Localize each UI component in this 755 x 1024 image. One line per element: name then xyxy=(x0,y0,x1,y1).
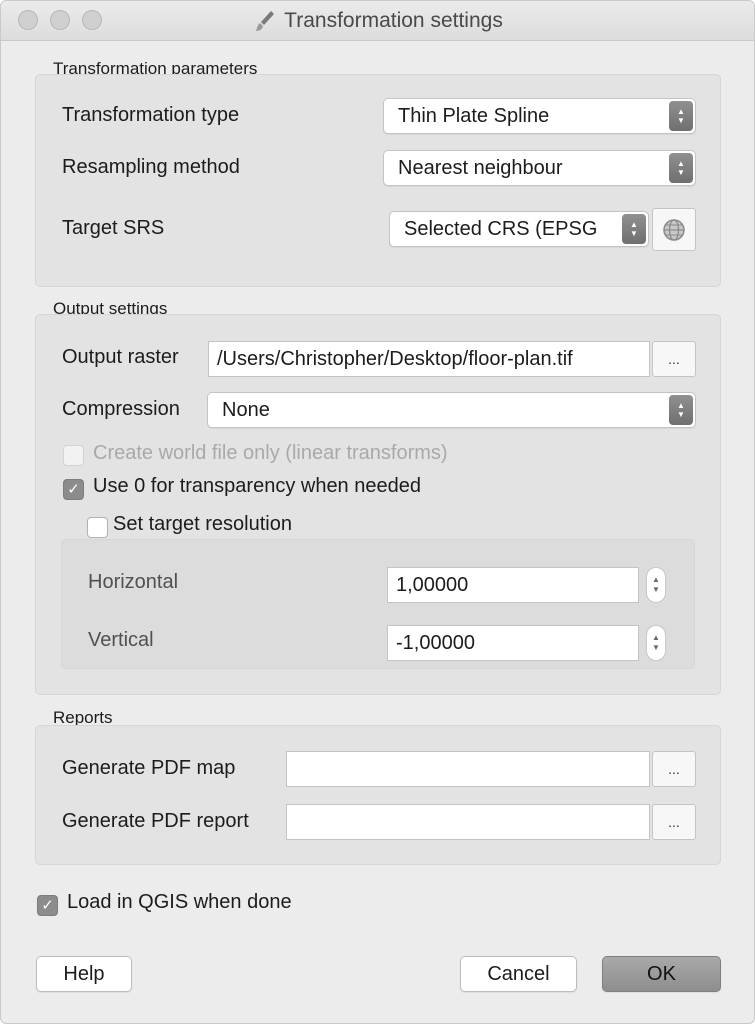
target-srs-value: Selected CRS (EPSG xyxy=(404,218,598,240)
output-raster-field[interactable]: /Users/Christopher/Desktop/floor-plan.ti… xyxy=(208,341,650,377)
pdf-map-browse-button[interactable]: ... xyxy=(652,751,696,787)
cancel-button[interactable]: Cancel xyxy=(460,956,577,992)
reports-group xyxy=(35,725,721,865)
title-container: Transformation settings xyxy=(1,1,754,41)
vertical-resolution-value: -1,00000 xyxy=(396,632,475,654)
world-file-checkbox xyxy=(63,445,84,466)
pdf-map-label: Generate PDF map xyxy=(62,757,236,779)
resampling-method-value: Nearest neighbour xyxy=(398,157,563,179)
transformation-settings-dialog: Transformation settings Transformation p… xyxy=(0,0,755,1024)
crs-selector-button[interactable] xyxy=(652,208,696,251)
ok-button[interactable]: OK xyxy=(602,956,721,992)
output-raster-label: Output raster xyxy=(62,346,179,368)
transformation-type-value: Thin Plate Spline xyxy=(398,105,550,127)
pdf-report-label: Generate PDF report xyxy=(62,810,249,832)
horizontal-spinner[interactable]: ▲ ▼ xyxy=(646,567,666,603)
title-bar: Transformation settings xyxy=(1,1,754,41)
pdf-report-browse-button[interactable]: ... xyxy=(652,804,696,840)
target-srs-label: Target SRS xyxy=(62,217,165,239)
load-in-qgis-label: Load in QGIS when done xyxy=(67,891,292,913)
brush-icon xyxy=(256,11,275,31)
horizontal-resolution-value: 1,00000 xyxy=(396,574,469,596)
target-srs-select[interactable]: Selected CRS (EPSG ▲ ▼ xyxy=(389,211,649,247)
world-file-label: Create world file only (linear transform… xyxy=(93,442,448,464)
resampling-method-select[interactable]: Nearest neighbour ▲ ▼ xyxy=(383,150,696,186)
transparency-label: Use 0 for transparency when needed xyxy=(93,475,421,497)
target-resolution-checkbox[interactable] xyxy=(87,517,108,538)
vertical-label: Vertical xyxy=(88,629,154,651)
vertical-resolution-field[interactable]: -1,00000 xyxy=(387,625,639,661)
pdf-report-field[interactable] xyxy=(286,804,650,840)
chevron-updown-icon: ▲ ▼ xyxy=(669,101,693,131)
chevron-updown-icon: ▲ ▼ xyxy=(669,153,693,183)
output-raster-browse-button[interactable]: ... xyxy=(652,341,696,377)
chevron-updown-icon: ▲ ▼ xyxy=(622,214,646,244)
globe-icon xyxy=(663,219,685,241)
target-resolution-label: Set target resolution xyxy=(113,513,298,536)
window-title: Transformation settings xyxy=(284,9,503,32)
vertical-spinner[interactable]: ▲ ▼ xyxy=(646,625,666,661)
transparency-checkbox[interactable]: ✓ xyxy=(63,479,84,500)
horizontal-resolution-field[interactable]: 1,00000 xyxy=(387,567,639,603)
output-raster-value: /Users/Christopher/Desktop/floor-plan.ti… xyxy=(217,348,573,370)
horizontal-label: Horizontal xyxy=(88,571,179,593)
compression-select[interactable]: None ▲ ▼ xyxy=(207,392,696,428)
compression-label: Compression xyxy=(62,398,180,420)
help-button[interactable]: Help xyxy=(36,956,132,992)
compression-value: None xyxy=(222,399,270,421)
chevron-updown-icon: ▲ ▼ xyxy=(669,395,693,425)
load-in-qgis-checkbox[interactable]: ✓ xyxy=(37,895,58,916)
pdf-map-field[interactable] xyxy=(286,751,650,787)
transformation-type-select[interactable]: Thin Plate Spline ▲ ▼ xyxy=(383,98,696,134)
transformation-type-label: Transformation type xyxy=(62,104,240,126)
resampling-method-label: Resampling method xyxy=(62,156,240,178)
